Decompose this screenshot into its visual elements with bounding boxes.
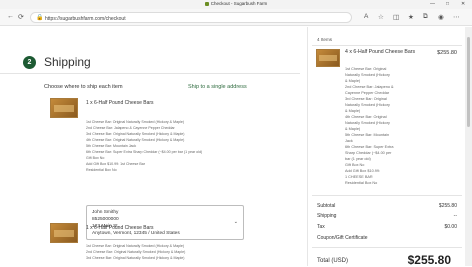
read-aloud-icon[interactable]: A: [364, 13, 368, 20]
site-favicon-icon: [204, 1, 209, 6]
back-arrow-icon[interactable]: ←: [7, 13, 14, 20]
shipping-section: 2 Shipping Choose where to ship each ite…: [0, 27, 307, 266]
chevron-down-icon: ⌄: [233, 219, 238, 225]
browser-title-bar: Checkout - Sugarbush Farm — □ ✕: [0, 0, 472, 9]
summary-divider: [312, 247, 462, 248]
section-divider: [0, 73, 300, 74]
tab-title: Checkout - Sugarbush Farm: [210, 1, 268, 6]
maximize-button[interactable]: □: [446, 1, 449, 7]
items-count: 4 Items: [317, 37, 333, 42]
favorites-icon[interactable]: ★: [408, 13, 414, 21]
shipping-row: Shipping --: [317, 213, 457, 219]
profile-icon[interactable]: ◉: [438, 13, 444, 21]
item-detail: Residential Box No: [86, 168, 117, 172]
ship-single-address-link[interactable]: Ship to a single address: [188, 84, 247, 90]
step-number-badge: 2: [23, 56, 36, 69]
split-screen-icon[interactable]: ◫: [393, 13, 399, 21]
menu-icon[interactable]: ⋯: [453, 13, 460, 21]
tax-label: Tax: [317, 224, 325, 230]
collections-icon[interactable]: ⧉: [423, 13, 428, 21]
page-content: 2 Shipping Choose where to ship each ite…: [0, 27, 472, 267]
summary-divider: [312, 45, 462, 46]
summary-product-thumbnail: [316, 49, 340, 67]
total-value: $255.80: [407, 253, 451, 267]
address-phone: 8525000000: [92, 217, 119, 222]
address-bar[interactable]: 🔒 https://sugarbushfarm.com/checkout: [30, 12, 352, 23]
page-scrollbar[interactable]: [465, 27, 472, 266]
item-detail: 3rd Cheese Bar: Original Naturally Smoke…: [86, 256, 185, 260]
summary-product-price: $255.80: [437, 50, 457, 56]
subtotal-label: Subtotal: [317, 203, 336, 209]
favorite-star-icon[interactable]: ☆: [378, 13, 384, 21]
shipping-heading: Shipping: [44, 55, 91, 69]
shipping-value: --: [453, 213, 457, 219]
window-title: Checkout - Sugarbush Farm: [0, 1, 472, 6]
browser-toolbar: ← ⟳ 🔒 https://sugarbushfarm.com/checkout…: [0, 9, 472, 26]
product-thumbnail: [50, 223, 78, 243]
url-text: https://sugarbushfarm.com/checkout: [45, 15, 126, 22]
refresh-icon[interactable]: ⟳: [18, 13, 24, 21]
shipping-address-select[interactable]: John Smithy 8525000000 123 Main St Anyto…: [86, 205, 244, 240]
order-summary: 4 Items 4 x 6-Half Pound Cheese Bars $25…: [307, 27, 465, 267]
coupon-link[interactable]: Coupon/Gift Certificate: [317, 235, 368, 241]
summary-product-name: 4 x 6-Half Pound Cheese Bars: [345, 49, 416, 55]
minimize-button[interactable]: —: [430, 1, 435, 7]
scrollbar-thumb[interactable]: [467, 37, 470, 127]
total-label: Total (USD): [317, 258, 349, 264]
close-window-button[interactable]: ✕: [461, 1, 465, 7]
product-thumbnail: [50, 98, 78, 118]
address-name: John Smithy: [92, 210, 119, 215]
summary-divider: [312, 195, 462, 196]
address-city: Anytown, Vermont, 12345 / United States: [92, 231, 180, 236]
subtotal-row: Subtotal $255.80: [317, 203, 457, 209]
lock-icon: 🔒: [36, 15, 44, 21]
choose-ship-label: Choose where to ship each item: [44, 84, 123, 90]
item-title: 1 x 6-Half Pound Cheese Bars: [86, 225, 154, 231]
tax-row: Tax $0.00: [317, 224, 457, 230]
summary-detail: Residential Box No: [345, 181, 378, 185]
subtotal-value: $255.80: [438, 203, 457, 209]
tax-value: $0.00: [444, 224, 457, 230]
item-title: 1 x 6-Half Pound Cheese Bars: [86, 100, 154, 106]
shipping-label: Shipping: [317, 213, 337, 219]
